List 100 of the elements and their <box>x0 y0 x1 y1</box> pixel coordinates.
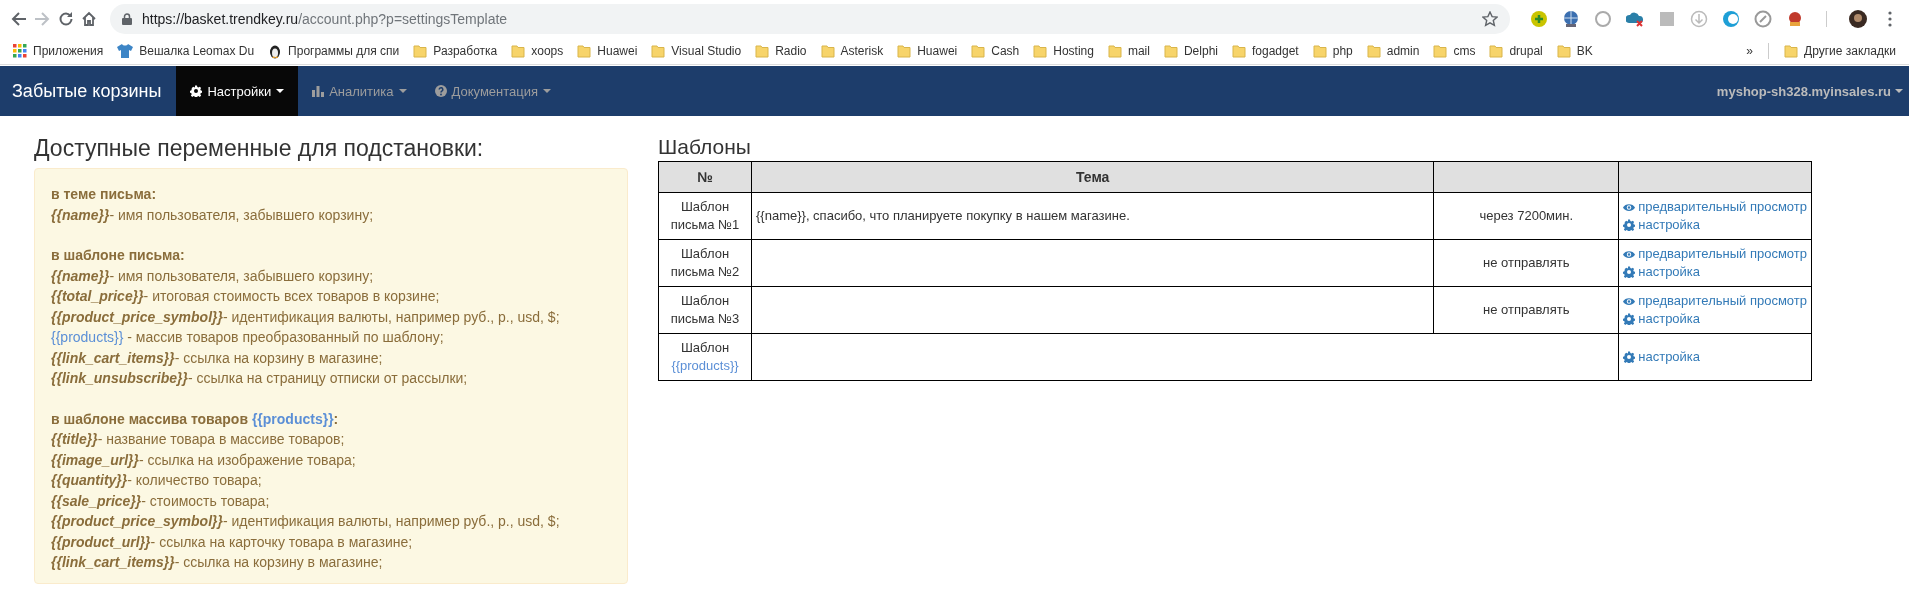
variable-description: - массив товаров преобразованный по шаблону; <box>126 328 444 347</box>
bookmark[interactable]: Asterisk <box>813 44 891 58</box>
shirt-icon <box>117 44 134 58</box>
group-title: в шаблоне массива товаров <box>51 409 250 429</box>
folder-icon <box>755 44 770 58</box>
folder-icon <box>1163 44 1178 58</box>
help-icon <box>434 85 447 97</box>
address-bar[interactable]: https://basket.trendkey.ru/account.php?p=settingsTemplate <box>110 4 1510 34</box>
bar-chart-icon <box>312 85 325 97</box>
folder-icon <box>577 44 592 58</box>
bookmark[interactable]: Huawei <box>570 44 645 58</box>
bookmark[interactable]: drupal <box>1482 44 1550 58</box>
column-header: № <box>658 161 752 193</box>
table-cell: Шаблон письма №1 <box>669 198 741 234</box>
folder-icon <box>1107 44 1122 58</box>
penguin-icon <box>268 43 283 59</box>
folder-icon <box>1232 44 1246 58</box>
reload-icon <box>57 11 74 27</box>
bookmark[interactable]: Hosting <box>1026 44 1101 58</box>
bookmark[interactable]: Visual Studio <box>644 44 749 58</box>
bookmark[interactable]: Delphi <box>1156 44 1225 58</box>
folder-icon <box>1366 44 1381 58</box>
gear-icon <box>1623 219 1636 231</box>
folder-icon <box>413 44 428 58</box>
brand[interactable]: Забытые корзины <box>0 66 177 116</box>
bookmark[interactable]: Radio <box>748 44 814 58</box>
account-menu[interactable]: myshop-sh328.myinsales.ru <box>1710 66 1909 116</box>
home-icon <box>81 11 98 27</box>
folder-icon <box>1312 44 1327 58</box>
lock-icon <box>122 13 132 25</box>
eye-icon <box>1623 296 1636 306</box>
section-heading: Шаблоны <box>658 135 752 159</box>
table-cell-text: Шаблон <box>679 339 731 357</box>
nav-menu-item[interactable]: Документация <box>420 66 565 116</box>
folder-icon <box>1033 44 1048 58</box>
more-bookmarks-button[interactable]: » <box>1739 44 1761 58</box>
bookmark[interactable]: Другие закладки <box>1777 44 1903 58</box>
bookmark[interactable]: Cash <box>964 44 1027 58</box>
variable-description: {{link_cart_items}}- ссылка на корзину в магазине; <box>51 553 384 572</box>
eye-icon <box>1623 249 1636 259</box>
table-cell: не отправлять <box>1483 302 1570 317</box>
variable-description: {{name}}- имя пользователя, забывшего корзину; <box>51 266 375 286</box>
preview-link[interactable]: предварительный просмотр <box>1623 198 1807 216</box>
folder-icon <box>897 44 912 58</box>
globe-icon[interactable] <box>1562 10 1580 28</box>
folder-icon <box>971 44 986 58</box>
table-cell: не отправлять <box>1483 255 1570 270</box>
variable-description: {{link_unsubscribe}}- ссылка на страницу отписки от рассылки; <box>51 369 469 388</box>
nav-menu-item[interactable]: Настройки <box>176 66 299 116</box>
settings-link[interactable]: настройка <box>1623 216 1807 234</box>
group-title-colon: : <box>333 409 339 429</box>
bookmark[interactable]: BK <box>1549 44 1600 58</box>
variable-description: {{product_url}}- ссылка на карточку товара в магазине; <box>51 532 414 552</box>
table-cell: Шаблон письма №2 <box>669 245 741 281</box>
preview-link[interactable]: предварительный просмотр <box>1623 292 1807 310</box>
cloud-icon[interactable] <box>1626 10 1644 28</box>
gear-icon <box>1623 313 1636 325</box>
bookmark[interactable]: Вешалка Leomax Du <box>110 44 262 58</box>
star-icon[interactable] <box>1482 11 1498 27</box>
settings-link[interactable]: настройка <box>1623 310 1807 328</box>
section-heading: Доступные переменные для подстановки: <box>34 135 485 162</box>
bookmark[interactable]: php <box>1305 44 1360 58</box>
bookmark[interactable]: fogadget <box>1225 44 1306 58</box>
nav-menu-item[interactable]: Аналитика <box>298 66 421 116</box>
group-title: в шаблоне письма: <box>51 246 186 265</box>
table-cell: {{name}}, спасибо, что планируете покупку в нашем магазине. <box>756 208 1130 223</box>
variable-description: {{name}}- имя пользователя, забывшего корзину; <box>51 205 375 225</box>
folder-icon <box>1489 44 1504 58</box>
variable-description: {{link_cart_items}}- ссылка на корзину в магазине; <box>51 348 384 368</box>
bookmark[interactable]: Программы для спи <box>261 43 407 59</box>
bookmark[interactable]: Разработка <box>406 44 505 58</box>
folder-icon <box>651 44 666 58</box>
variable-description: {{title}}- название товара в массиве товаров; <box>51 430 346 449</box>
bookmark[interactable]: admin <box>1359 44 1427 58</box>
variable-description: {{total_price}}- итоговая стоимость всех товаров в корзине; <box>51 287 441 306</box>
variable-description: {{product_price_symbol}}- идентификация валюты, например руб., р., usd, $; <box>51 512 561 531</box>
bookmark[interactable]: Приложения <box>6 44 111 58</box>
bookmark[interactable]: Huawei <box>890 44 965 58</box>
gear-icon <box>190 85 203 97</box>
column-header: Тема <box>751 161 1434 193</box>
folder-icon <box>511 44 526 58</box>
gear-icon <box>1623 266 1636 278</box>
settings-link[interactable]: настройка <box>1623 263 1807 281</box>
gear-icon <box>1623 351 1636 363</box>
eye-icon <box>1623 202 1636 212</box>
folder-icon <box>1784 44 1799 58</box>
table-cell: Шаблон письма №3 <box>669 292 741 328</box>
variable-description: {{quantity}}- количество товара; <box>51 471 263 490</box>
table-cell: через 7200мин. <box>1479 208 1574 223</box>
bookmark[interactable]: cms <box>1426 44 1483 58</box>
variable-description: {{sale_price}}- стоимость товара; <box>51 491 271 511</box>
folder-icon <box>1556 44 1571 58</box>
group-title: в теме письма: <box>51 185 158 204</box>
folder-icon <box>820 44 835 58</box>
bookmark[interactable]: mail <box>1100 44 1157 58</box>
apps-icon <box>13 44 27 58</box>
preview-link[interactable]: предварительный просмотр <box>1623 245 1807 263</box>
variable-description: {{product_price_symbol}}- идентификация валюты, например руб., р., usd, $; <box>51 307 561 327</box>
bookmark[interactable]: xoops <box>504 44 571 58</box>
avatar-icon[interactable] <box>1849 10 1867 28</box>
